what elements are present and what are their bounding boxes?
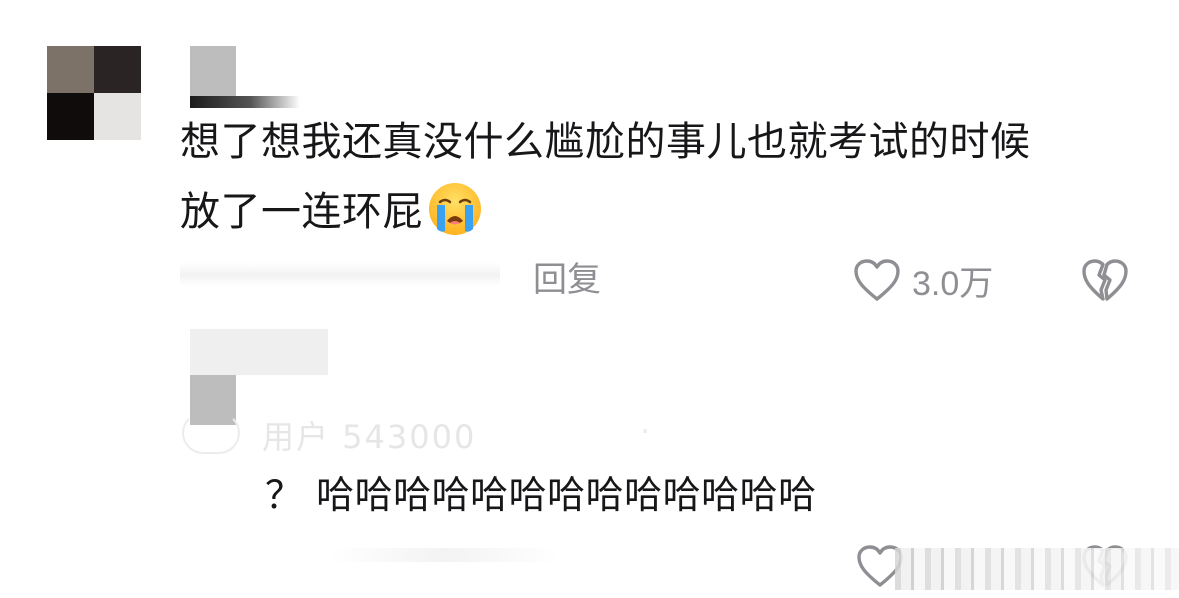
username-redacted: [190, 329, 328, 375]
meta-faded: ·: [640, 412, 651, 450]
comment-text-line-2: 放了一连环屁: [180, 177, 1140, 247]
comment-text-line-1: 想了想我还真没什么尴尬的事儿也就考试的时候: [180, 119, 1031, 165]
avatar[interactable]: [182, 412, 240, 454]
comment-text-line-2-text: 放了一连环屁: [180, 189, 423, 235]
username-faded: 用户 543000: [262, 418, 477, 456]
broken-heart-icon[interactable]: [1080, 256, 1130, 304]
avatar[interactable]: [47, 46, 141, 140]
loudly-crying-face-icon: [429, 183, 481, 235]
comment-meta-faded: [180, 262, 500, 286]
comment-text: 想了想我还真没什么尴尬的事儿也就考试的时候 放了一连环屁: [180, 107, 1140, 247]
like-button[interactable]: 3.0万: [852, 256, 993, 304]
heart-outline-icon[interactable]: [852, 257, 902, 303]
like-count: 3.0万: [912, 264, 994, 303]
reply-comment-text: ？ 哈哈哈哈哈哈哈哈哈哈哈哈哈: [265, 473, 817, 517]
obscured-strip-fade: [895, 548, 1179, 590]
username-redacted: [190, 46, 236, 96]
reply-meta-faded: [330, 548, 560, 562]
dislike-button[interactable]: [1080, 256, 1130, 304]
reply-button[interactable]: 回复: [533, 258, 601, 302]
